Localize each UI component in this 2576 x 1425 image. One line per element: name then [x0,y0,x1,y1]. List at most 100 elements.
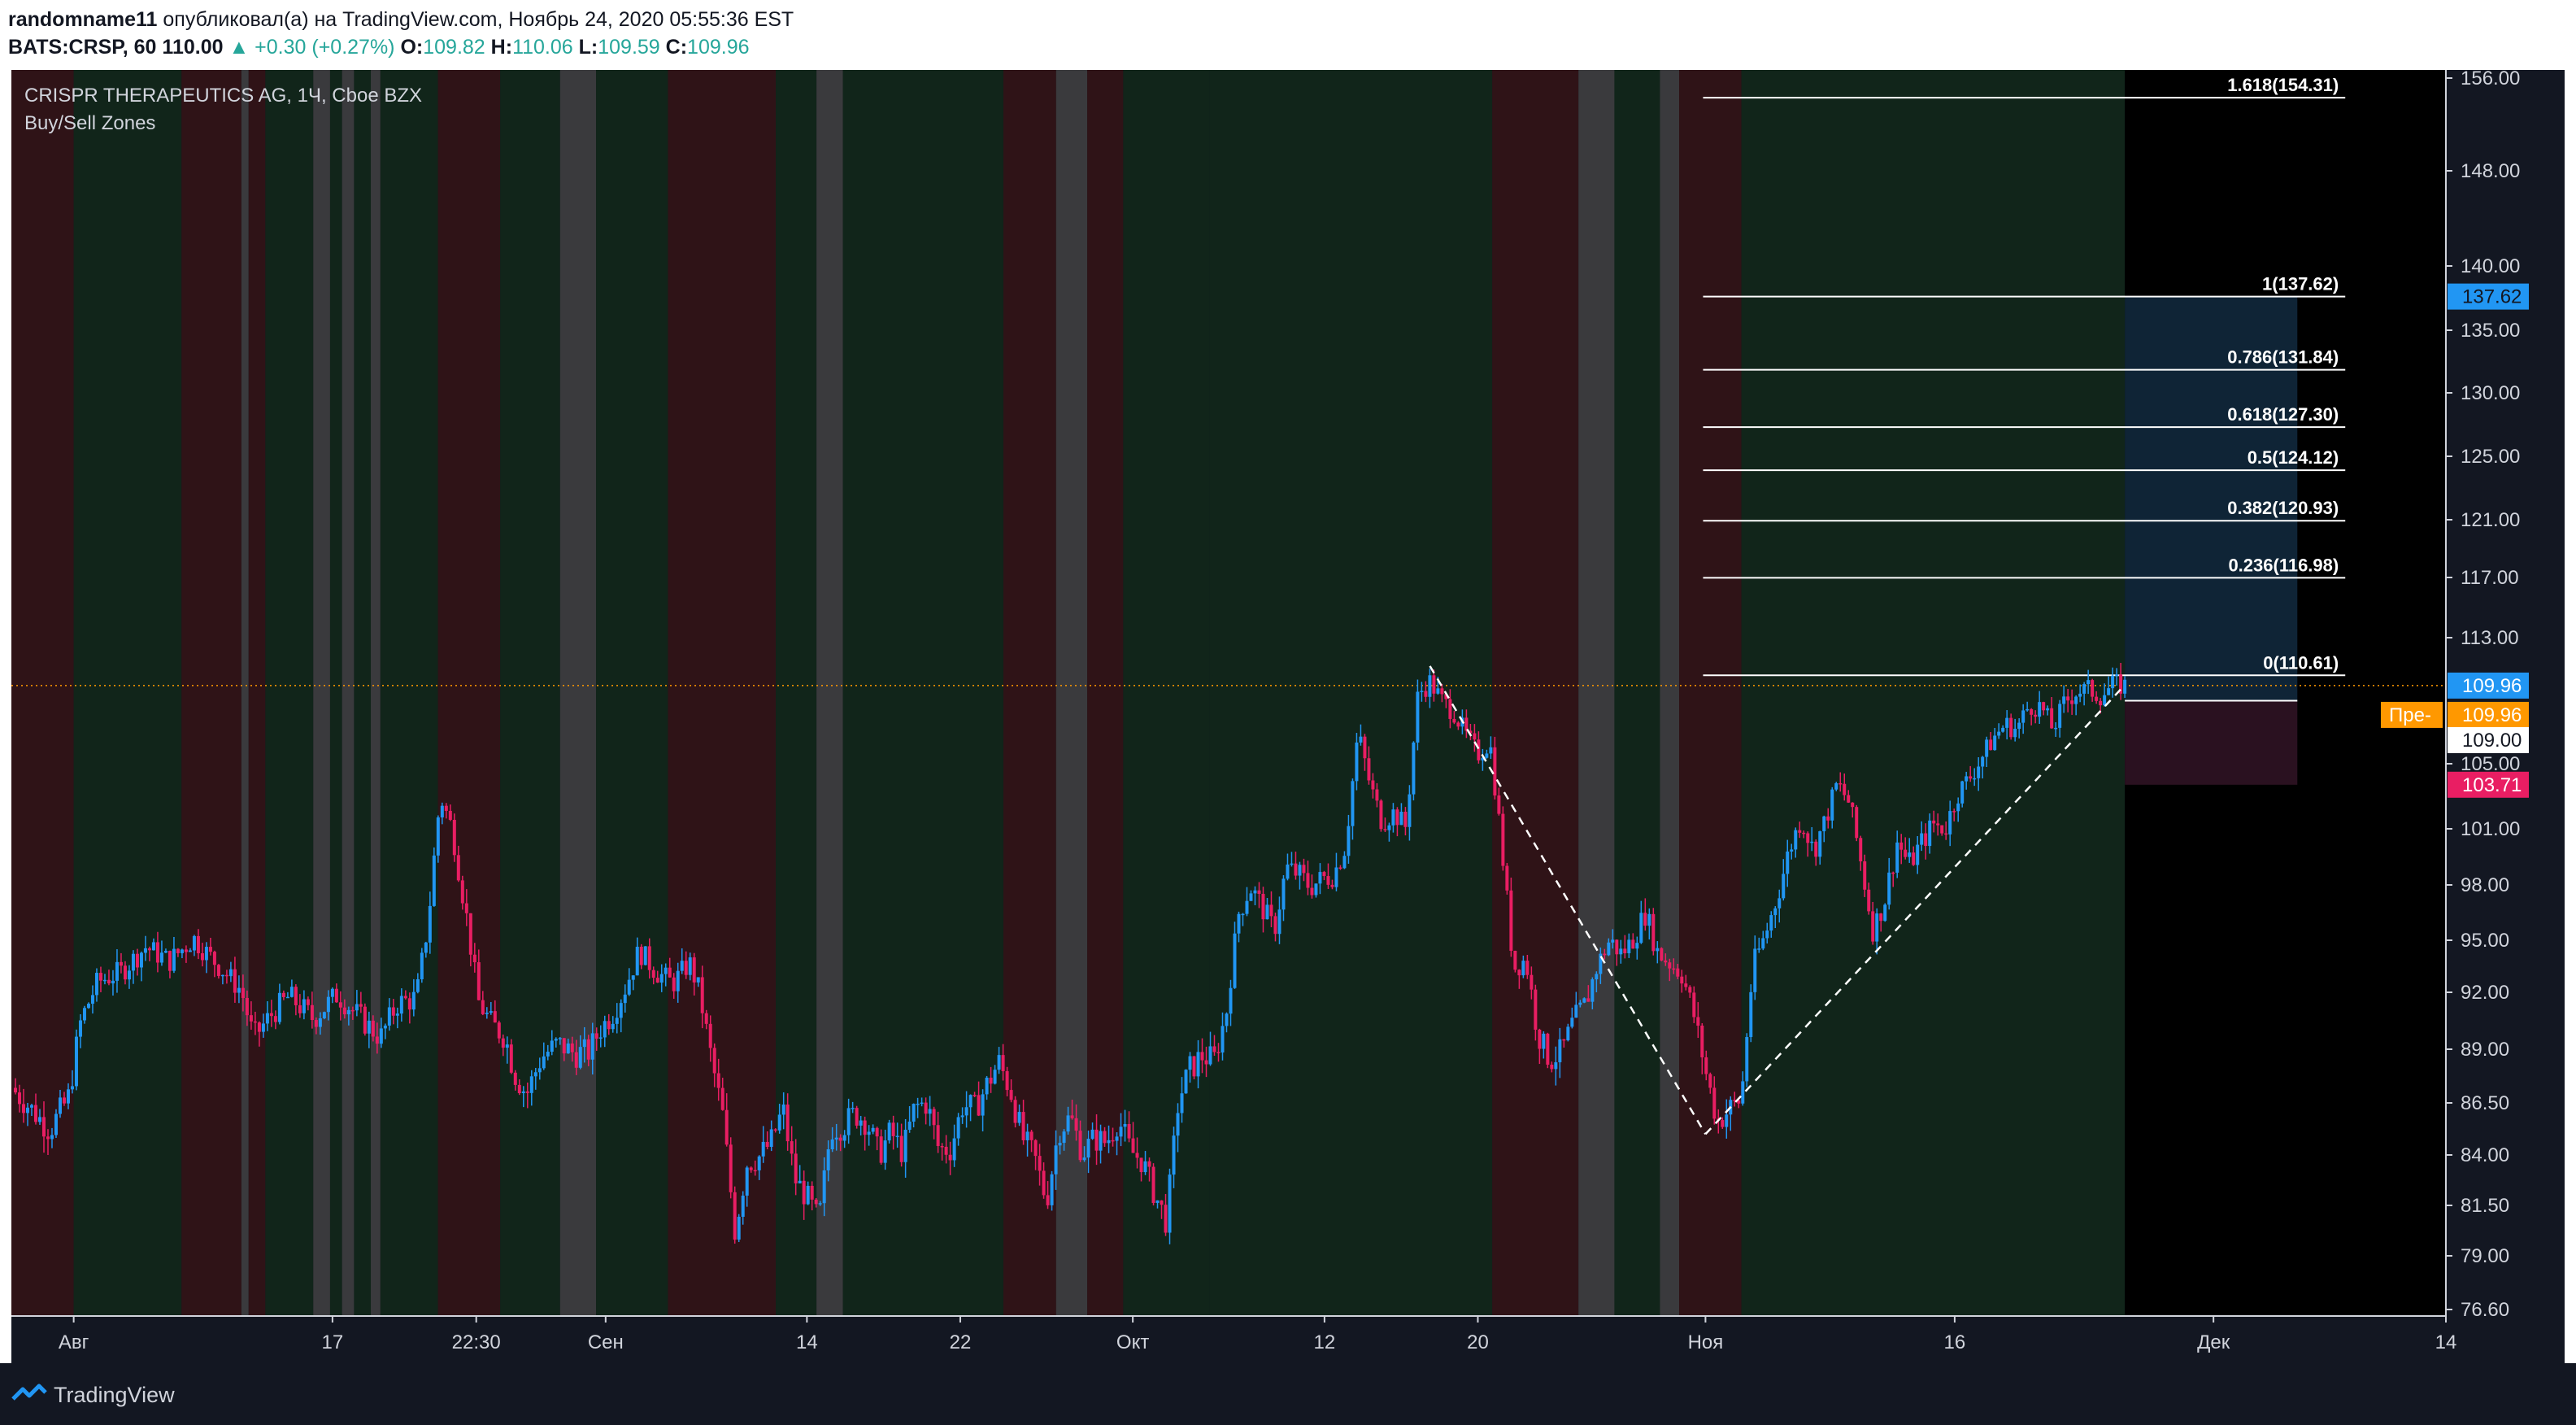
candle-body [505,1044,509,1048]
candle-body [289,987,294,997]
candle-body [745,1167,749,1196]
zone-neutral [342,70,355,1316]
candle-body [989,1077,993,1084]
candle-body [562,1038,566,1054]
candle-body [294,987,298,1005]
candle-body [220,974,224,977]
price-tick-label: 156.00 [2461,70,2520,89]
price-chart[interactable]: 1.618(154.31) 1(137.62) 0.786(131.84) 0.618… [11,70,2565,1363]
candle-body [1367,758,1371,781]
candle-body [1017,1112,1021,1123]
candle-body [1485,753,1489,758]
candle-body [1334,867,1338,887]
candle-body [1383,829,1387,830]
candle-body [1363,736,1367,759]
publish-info: randomname11 опубликовал(а) на TradingVi… [8,8,794,32]
candle-body [1489,747,1493,754]
candle-body [879,1136,883,1163]
candle-body [1574,1004,1578,1018]
candle-body [1078,1131,1082,1161]
candle-body [1103,1131,1107,1144]
candle-body [1960,781,1965,804]
candle-body [168,951,172,971]
candle-body [1566,1026,1570,1041]
candle-body [1046,1195,1050,1205]
candle-body [603,1021,607,1038]
price-axis-badge-label: 109.96 [2462,675,2522,697]
candle-body [420,952,424,979]
candle-body [806,1185,810,1205]
candle-body [1286,864,1290,879]
candle-body [977,1095,981,1116]
fib-level-label: 0.382(120.93) [2227,498,2339,518]
author-name[interactable]: randomname11 [8,8,157,31]
candle-body [757,1156,761,1170]
price-tick-label: 95.00 [2461,930,2509,952]
candle-body [1534,989,1538,1030]
zone-sell [437,70,501,1316]
candle-body [501,1038,505,1048]
candle-body [1615,939,1619,955]
candle-body [700,977,704,1013]
candle-body [261,1023,265,1032]
candle-body [785,1105,790,1142]
candle-body [1131,1138,1135,1153]
candle-body [444,805,448,811]
candle-body [1595,974,1599,980]
candle-body [1338,867,1342,869]
candle-body [1269,904,1273,917]
candle-body [887,1122,891,1141]
chart-area[interactable]: 1.618(154.31) 1(137.62) 0.786(131.84) 0.618… [11,70,2565,1363]
candle-body [981,1094,985,1116]
candle-body [1281,878,1286,910]
high-value: 110.06 [512,36,573,59]
candle-body [1042,1170,1046,1196]
candle-body [1521,961,1525,976]
candle-body [1810,841,1814,843]
candle-body [1050,1174,1054,1205]
time-tick-label: 14 [796,1331,818,1353]
candle-body [192,935,196,951]
candle-body [224,974,228,977]
candle-body [1456,722,1460,727]
candle-body [1509,890,1513,951]
candle-body [1753,948,1757,992]
symbol-info: BATS:CRSP, 60 110.00 ▲ +0.30 (+0.27%) O:… [8,36,750,59]
candle-body [1525,961,1530,975]
chart-title: CRISPR THERAPEUTICS AG, 1Ч, Cboe BZX [24,85,423,107]
candle-body [1607,942,1611,956]
candle-body [269,1013,273,1017]
candle-body [1643,913,1647,926]
candle-body [98,973,102,981]
candle-body [1749,991,1753,1038]
candle-body [1005,1071,1009,1091]
candle-body [712,1048,716,1074]
candle-body [1920,833,1924,845]
candle-body [594,1033,598,1039]
candle-body [1822,816,1826,832]
candle-body [1814,841,1818,857]
candle-body [1086,1139,1090,1158]
candle-body [1379,800,1383,830]
candle-body [1314,883,1318,896]
fib-level-label: 0.5(124.12) [2247,447,2339,468]
candle-body [2078,693,2082,697]
candle-body [228,969,233,977]
candle-body [1058,1143,1062,1146]
candle-body [1208,1046,1212,1065]
candle-body [46,1136,50,1140]
candle-body [472,954,476,963]
candle-body [1891,872,1895,874]
candle-body [1160,1200,1164,1205]
candle-body [2017,722,2021,730]
candle-body [643,946,647,965]
indicator-name[interactable]: Buy/Sell Zones [24,112,155,135]
candle-body [1347,826,1351,856]
candle-body [1725,1114,1729,1127]
price-tick-label: 135.00 [2461,320,2520,342]
candle-body [265,1013,269,1024]
candle-body [1094,1129,1099,1151]
candle-body [777,1114,781,1131]
candle-body [574,1052,578,1068]
candle-body [1997,731,2001,736]
